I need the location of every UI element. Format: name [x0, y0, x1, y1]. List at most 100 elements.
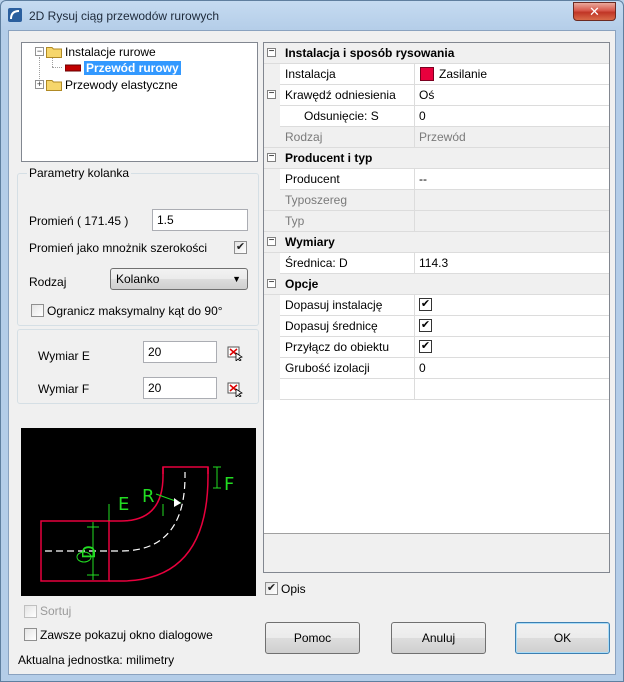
- app-icon: [8, 8, 22, 22]
- radius-input[interactable]: 1.5: [152, 209, 248, 231]
- prop-ref-edge[interactable]: − Krawędź odniesienia Oś: [264, 85, 609, 106]
- prop-name: Średnica: D: [285, 256, 348, 270]
- category-label: Opcje: [285, 277, 319, 291]
- category-options[interactable]: − Opcje: [264, 274, 609, 295]
- help-button[interactable]: Pomoc: [265, 622, 360, 654]
- collapse-icon[interactable]: −: [267, 236, 276, 246]
- category-label: Instalacja i sposób rysowania: [285, 46, 455, 60]
- prop-type: Typ: [264, 211, 609, 232]
- elbow-params-title: Parametry kolanka: [27, 166, 132, 180]
- always-show-checkbox[interactable]: [24, 628, 37, 641]
- prop-name: Rodzaj: [285, 130, 323, 144]
- pipe-elbow: [109, 466, 209, 582]
- dim-f-label: Wymiar F: [38, 382, 90, 396]
- dialog-window: 2D Rysuj ciąg przewodów rurowych ✕ − Ins…: [0, 0, 624, 682]
- radius-multiplier-label: Promień jako mnożnik szerokości: [29, 241, 208, 255]
- column-separator: [414, 253, 415, 274]
- prop-value: Przewód: [419, 130, 466, 144]
- elbow-type-value: Kolanko: [116, 272, 160, 286]
- prop-producer[interactable]: Producent --: [264, 169, 609, 190]
- prop-attach[interactable]: Przyłącz do obiektu ✔: [264, 337, 609, 358]
- dim-f-input[interactable]: 20: [143, 377, 217, 399]
- limit-angle-checkbox[interactable]: [31, 304, 44, 317]
- fit-diameter-checkbox[interactable]: ✔: [419, 319, 432, 332]
- collapse-icon[interactable]: −: [267, 278, 276, 288]
- attach-checkbox[interactable]: ✔: [419, 340, 432, 353]
- pick-point-icon[interactable]: [227, 381, 243, 397]
- prop-installation[interactable]: Instalacja Zasilanie: [264, 64, 609, 85]
- prop-value[interactable]: 114.3: [419, 256, 448, 270]
- prop-value[interactable]: 0: [419, 109, 426, 123]
- ok-button[interactable]: OK: [515, 622, 610, 654]
- column-separator: [414, 316, 415, 337]
- tree-line: [52, 57, 53, 67]
- close-button[interactable]: ✕: [573, 2, 616, 21]
- prop-kind: Rodzaj Przewód: [264, 127, 609, 148]
- fit-installation-checkbox[interactable]: ✔: [419, 298, 432, 311]
- prop-fit-installation[interactable]: Dopasuj instalację ✔: [264, 295, 609, 316]
- prop-name: Typoszereg: [285, 193, 348, 207]
- collapse-icon[interactable]: −: [267, 152, 276, 162]
- category-producer[interactable]: − Producent i typ: [264, 148, 609, 169]
- prop-name: Grubość izolacji: [285, 361, 370, 375]
- tree-item-przewody-elastyczne[interactable]: Przewody elastyczne: [65, 77, 178, 93]
- prop-name: Dopasuj instalację: [285, 298, 383, 312]
- chevron-down-icon: ▼: [232, 274, 241, 284]
- radius-multiplier-checkbox[interactable]: ✔: [234, 241, 247, 254]
- tree-item-instalacje-rurowe[interactable]: Instalacje rurowe: [65, 44, 156, 60]
- elbow-type-select[interactable]: Kolanko ▼: [110, 268, 248, 290]
- dim-r-text: R: [142, 486, 155, 507]
- dialog-client: − Instalacje rurowe Przewód rurowy + Prz…: [8, 30, 616, 675]
- check-icon: ✔: [420, 340, 431, 352]
- installation-color-swatch: [420, 67, 434, 81]
- pick-point-icon[interactable]: [227, 345, 243, 361]
- sort-checkbox[interactable]: [24, 605, 37, 618]
- column-separator: [414, 169, 415, 190]
- column-separator: [414, 106, 415, 127]
- dim-e-input[interactable]: 20: [143, 341, 217, 363]
- row-gutter: [264, 316, 280, 337]
- pipe-icon: [65, 64, 81, 72]
- prop-name: Instalacja: [285, 67, 336, 81]
- description-pane: [264, 533, 609, 572]
- prop-diameter[interactable]: Średnica: D 114.3: [264, 253, 609, 274]
- tree-item-przewod-rurowy[interactable]: Przewód rurowy: [84, 60, 181, 76]
- opis-label: Opis: [281, 582, 306, 596]
- title-bar[interactable]: 2D Rysuj ciąg przewodów rurowych ✕: [1, 1, 623, 31]
- category-label: Producent i typ: [285, 151, 373, 165]
- prop-value[interactable]: 0: [419, 361, 426, 375]
- tree-expand-icon[interactable]: +: [35, 80, 44, 89]
- category-dimensions[interactable]: − Wymiary: [264, 232, 609, 253]
- column-separator: [414, 127, 415, 148]
- dim-f-text: F: [224, 474, 234, 495]
- cancel-button[interactable]: Anuluj: [391, 622, 486, 654]
- prop-value[interactable]: Zasilanie: [439, 67, 487, 81]
- category-installation[interactable]: − Instalacja i sposób rysowania: [264, 43, 609, 64]
- check-icon: ✔: [266, 582, 277, 594]
- column-separator: [414, 295, 415, 316]
- pipe-type-tree[interactable]: − Instalacje rurowe Przewód rurowy + Prz…: [21, 42, 258, 162]
- prop-value[interactable]: Oś: [419, 88, 434, 102]
- window-title: 2D Rysuj ciąg przewodów rurowych: [29, 9, 220, 23]
- prop-name: Producent: [285, 172, 340, 186]
- units-text: Aktualna jednostka: milimetry: [18, 653, 175, 667]
- tree-collapse-icon[interactable]: −: [35, 47, 44, 56]
- property-grid[interactable]: − Instalacja i sposób rysowania Instalac…: [263, 42, 610, 573]
- row-gutter: [264, 358, 280, 379]
- prop-empty: [264, 379, 609, 400]
- prop-value[interactable]: --: [419, 172, 427, 186]
- prop-series: Typoszereg: [264, 190, 609, 211]
- collapse-icon[interactable]: −: [267, 47, 276, 57]
- prop-name: Dopasuj średnicę: [285, 319, 378, 333]
- row-gutter: [264, 106, 280, 127]
- column-separator: [414, 64, 415, 85]
- sort-label: Sortuj: [40, 604, 72, 618]
- row-gutter: [264, 295, 280, 316]
- prop-insulation[interactable]: Grubość izolacji 0: [264, 358, 609, 379]
- prop-offset[interactable]: Odsunięcie: S 0: [264, 106, 609, 127]
- column-separator: [414, 190, 415, 211]
- opis-checkbox[interactable]: ✔: [265, 582, 278, 595]
- column-separator: [414, 337, 415, 358]
- prop-fit-diameter[interactable]: Dopasuj średnicę ✔: [264, 316, 609, 337]
- collapse-icon[interactable]: −: [267, 89, 276, 99]
